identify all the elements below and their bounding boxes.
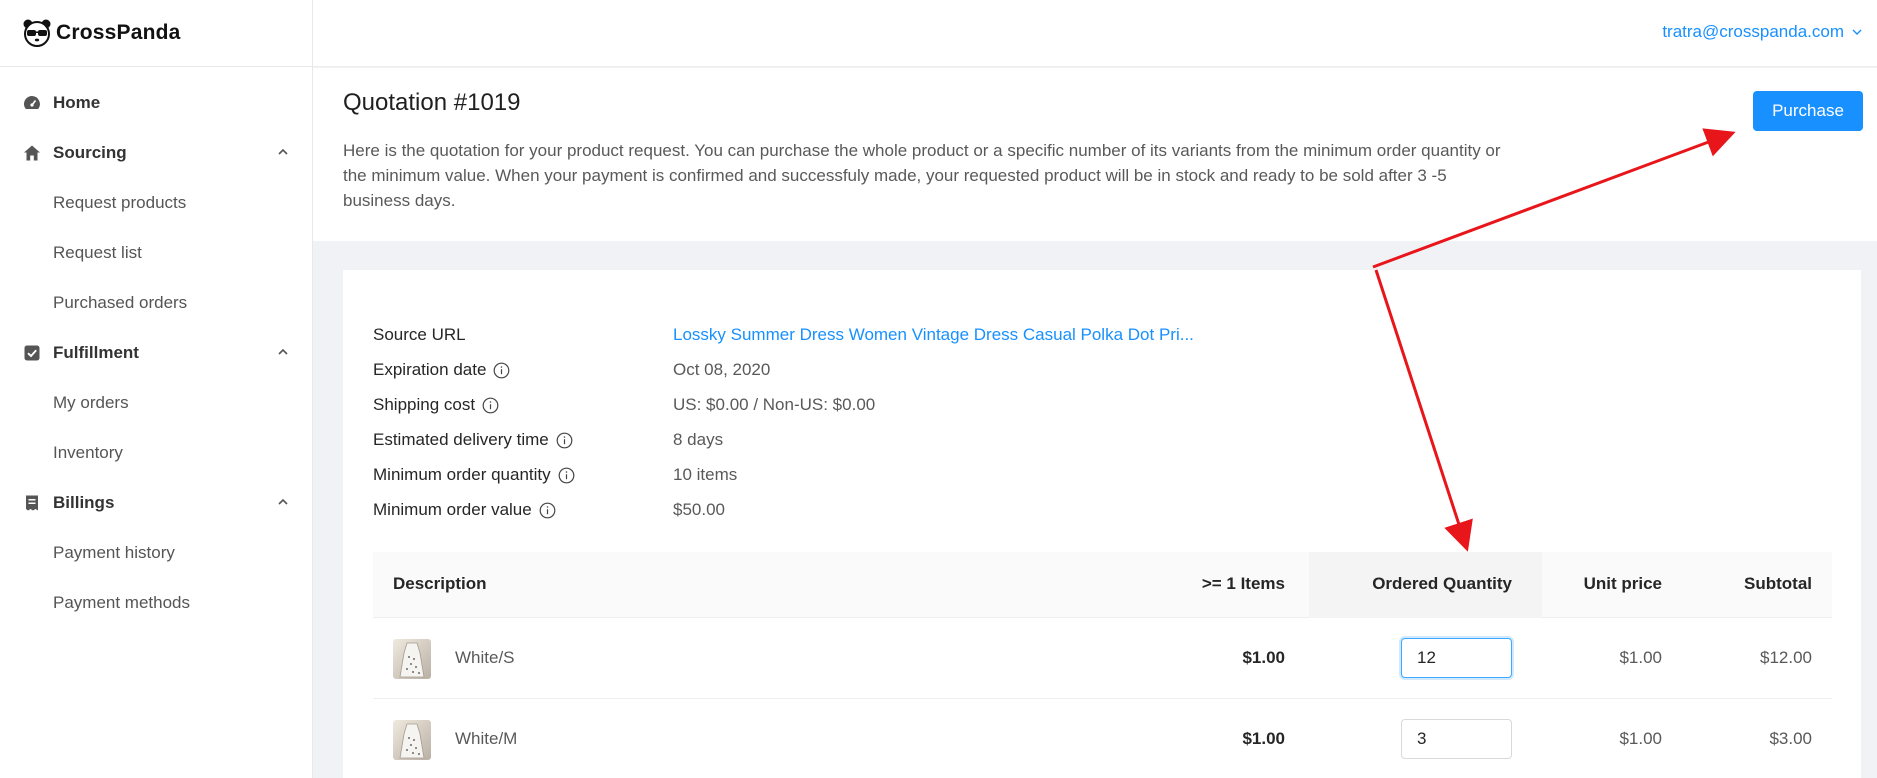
col-header-unit-price: Unit price: [1583, 574, 1662, 593]
expiration-date-value: Oct 08, 2020: [673, 360, 771, 379]
chevron-up-icon: [278, 498, 288, 505]
sidebar-item-label: Purchased orders: [53, 293, 188, 312]
unit-price: $1.00: [1619, 648, 1662, 667]
info-row-min-order-value: Minimum order value $50.00: [373, 497, 725, 523]
quantity-input[interactable]: [1401, 638, 1512, 678]
info-circle-icon[interactable]: [558, 467, 575, 484]
info-label: Shipping cost: [373, 395, 673, 415]
quotation-card: Source URL Lossky Summer Dress Women Vin…: [343, 270, 1861, 778]
sidebar: CrossPanda Home Sourcing Request product…: [0, 0, 313, 778]
page-description: Here is the quotation for your product r…: [343, 141, 1501, 210]
col-header-description: Description: [393, 574, 487, 593]
panda-logo-icon: [23, 19, 51, 47]
info-label: Source URL: [373, 325, 466, 344]
subtotal: $12.00: [1760, 648, 1812, 667]
brand-name: CrossPanda: [56, 21, 181, 44]
page-title: Quotation #1019: [343, 89, 521, 116]
info-circle-icon[interactable]: [539, 502, 556, 519]
sidebar-item-label: Inventory: [53, 443, 123, 462]
product-thumbnail: [393, 639, 431, 679]
info-row-expiration-date: Expiration date Oct 08, 2020: [373, 357, 770, 383]
info-row-min-order-qty: Minimum order quantity 10 items: [373, 462, 737, 488]
home-icon: [22, 143, 42, 163]
check-square-icon: [22, 343, 42, 363]
info-row-shipping-cost: Shipping cost US: $0.00 / Non-US: $0.00: [373, 392, 875, 418]
source-url-link[interactable]: Lossky Summer Dress Women Vintage Dress …: [673, 325, 1194, 345]
quantity-input[interactable]: [1401, 719, 1512, 759]
sidebar-item-payment-methods[interactable]: Payment methods: [0, 573, 312, 633]
info-row-delivery-time: Estimated delivery time 8 days: [373, 427, 723, 453]
info-row-source-url: Source URL Lossky Summer Dress Women Vin…: [373, 322, 1194, 348]
chevron-up-icon: [278, 148, 288, 155]
receipt-icon: [22, 493, 42, 513]
min-order-qty-value: 10 items: [673, 465, 738, 484]
info-label: Minimum order quantity: [373, 465, 673, 485]
info-circle-icon[interactable]: [493, 362, 510, 379]
sidebar-item-label: Home: [53, 93, 101, 112]
chevron-up-icon: [278, 348, 288, 355]
brand-logo[interactable]: CrossPanda: [0, 0, 312, 67]
variant-name: White/M: [455, 729, 518, 748]
user-menu[interactable]: tratra@crosspanda.com: [1662, 22, 1863, 42]
delivery-time-value: 8 days: [673, 430, 724, 449]
shipping-cost-value: US: $0.00 / Non-US: $0.00: [673, 395, 876, 414]
col-header-ordered-quantity: Ordered Quantity: [1372, 574, 1512, 593]
col-header-subtotal: Subtotal: [1744, 574, 1812, 593]
table-row: White/M $1.00 $1.00 $3.00: [373, 699, 1832, 778]
table-header: Description >= 1 Items Ordered Quantity …: [373, 552, 1832, 618]
chevron-down-icon: [1852, 29, 1862, 35]
variants-table: Description >= 1 Items Ordered Quantity …: [373, 552, 1832, 778]
sidebar-item-label: Sourcing: [53, 143, 127, 162]
top-header: tratra@crosspanda.com: [313, 0, 1877, 67]
sidebar-item-label: Request list: [53, 243, 142, 262]
sidebar-item-label: Payment history: [53, 543, 175, 562]
sidebar-item-label: Billings: [53, 493, 115, 512]
info-circle-icon[interactable]: [556, 432, 573, 449]
product-thumbnail: [393, 720, 431, 760]
sidebar-item-label: Payment methods: [53, 593, 191, 612]
unit-price: $1.00: [1619, 729, 1662, 748]
sidebar-item-label: Request products: [53, 193, 187, 212]
col-header-tier-price: >= 1 Items: [1201, 574, 1285, 593]
purchase-button[interactable]: Purchase: [1753, 91, 1863, 131]
page-header: Quotation #1019 Here is the quotation fo…: [313, 68, 1877, 241]
sidebar-item-label: Fulfillment: [53, 343, 139, 362]
table-row: White/S $1.00 $1.00 $12.00: [373, 618, 1832, 699]
subtotal: $3.00: [1769, 729, 1812, 748]
user-email: tratra@crosspanda.com: [1662, 22, 1844, 41]
info-label: Estimated delivery time: [373, 430, 673, 450]
variant-name: White/S: [455, 648, 515, 667]
dashboard-icon: [22, 93, 42, 113]
sidebar-item-label: My orders: [53, 393, 129, 412]
tier-price: $1.00: [1242, 648, 1285, 667]
min-order-value-value: $50.00: [673, 500, 725, 519]
tier-price: $1.00: [1242, 729, 1285, 748]
info-label: Minimum order value: [373, 500, 673, 520]
info-label: Expiration date: [373, 360, 673, 380]
info-circle-icon[interactable]: [482, 397, 499, 414]
